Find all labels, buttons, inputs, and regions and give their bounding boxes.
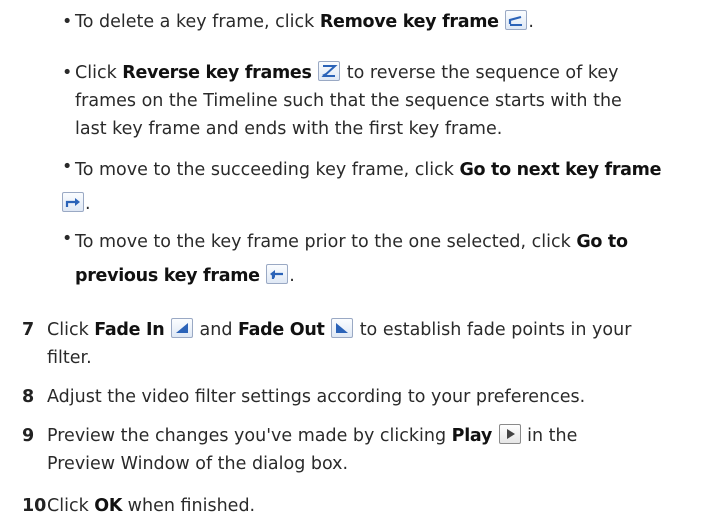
bullet-dot: • bbox=[62, 229, 73, 249]
bullet-text: To delete a key frame, click Remove key … bbox=[75, 10, 534, 32]
step-number: 7 bbox=[22, 320, 35, 340]
remove-key-frame-icon bbox=[505, 10, 528, 30]
bullet-remove-key-frame: • To delete a key frame, click Remove ke… bbox=[62, 8, 712, 36]
go-to-next-key-frame-label: Go to next key frame bbox=[459, 160, 662, 180]
go-to-previous-label-part1: Go to bbox=[576, 232, 628, 252]
bullet-dot: • bbox=[62, 63, 73, 83]
fade-in-label: Fade In bbox=[94, 320, 165, 340]
step-number: 10 bbox=[22, 496, 47, 516]
document-page: • To delete a key frame, click Remove ke… bbox=[0, 0, 715, 530]
bullet-text: To move to the key frame prior to the on… bbox=[75, 232, 628, 286]
step-number: 9 bbox=[22, 426, 35, 446]
bullet-dot: • bbox=[62, 157, 73, 177]
go-to-previous-key-frame-icon bbox=[266, 264, 289, 284]
bullet-dot: • bbox=[62, 12, 73, 32]
step-8: 8 Adjust the video filter settings accor… bbox=[22, 383, 712, 411]
reverse-key-frames-label: Reverse key frames bbox=[122, 63, 312, 83]
bullet-go-to-next-key-frame: • To move to the succeeding key frame, c… bbox=[62, 153, 712, 221]
bullet-text: To move to the succeeding key frame, cli… bbox=[62, 153, 712, 221]
remove-key-frame-label: Remove key frame bbox=[319, 12, 499, 32]
play-icon bbox=[498, 424, 521, 444]
step-number: 8 bbox=[22, 387, 35, 407]
ok-label: OK bbox=[94, 496, 123, 516]
step-9: 9 Preview the changes you've made by cli… bbox=[22, 422, 712, 478]
fade-out-icon bbox=[331, 318, 354, 338]
step-text: Adjust the video filter settings accordi… bbox=[47, 387, 586, 407]
go-to-previous-label-part2: previous key frame bbox=[75, 266, 260, 286]
reverse-key-frames-icon bbox=[318, 61, 341, 81]
bullet-text: Click Reverse key frames to reverse the … bbox=[75, 61, 622, 139]
bullet-go-to-previous-key-frame: • To move to the key frame prior to the … bbox=[62, 225, 712, 293]
step-text: Click OK when finished. bbox=[47, 496, 256, 516]
fade-in-icon bbox=[170, 318, 193, 338]
step-7: 7 Click Fade In and Fade Out to establis… bbox=[22, 316, 712, 372]
step-10: 10 Click OK when finished. bbox=[22, 492, 712, 520]
step-text: Preview the changes you've made by click… bbox=[47, 424, 578, 474]
play-label: Play bbox=[451, 426, 493, 446]
step-text: Click Fade In and Fade Out to establish … bbox=[47, 318, 632, 368]
go-to-next-key-frame-icon bbox=[62, 192, 84, 212]
fade-out-label: Fade Out bbox=[238, 320, 325, 340]
bullet-reverse-key-frames: • Click Reverse key frames to reverse th… bbox=[62, 59, 712, 143]
